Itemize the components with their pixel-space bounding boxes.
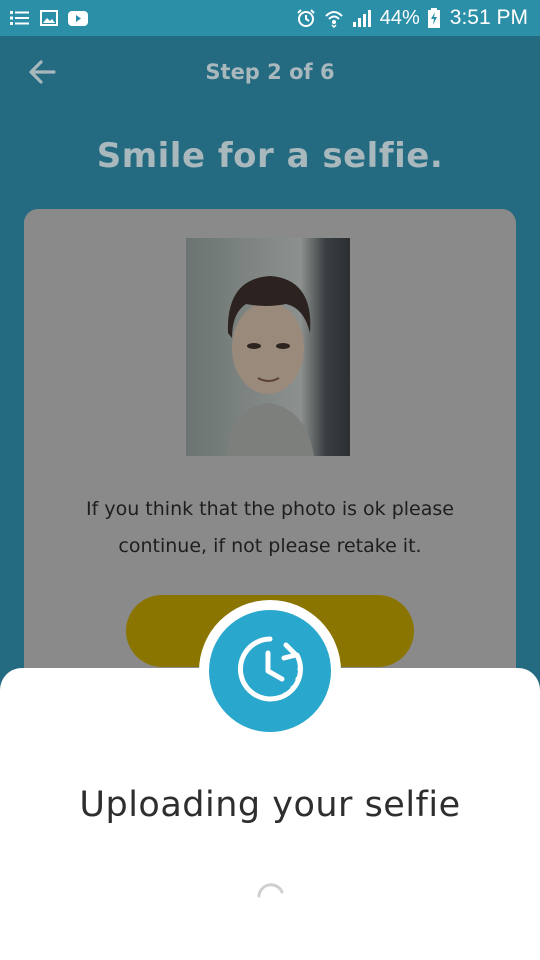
list-icon xyxy=(10,10,30,26)
status-left-icons xyxy=(10,10,88,26)
image-icon xyxy=(40,10,58,26)
loading-spinner xyxy=(254,878,286,910)
wifi-icon xyxy=(324,8,344,28)
battery-percent: 44% xyxy=(379,6,420,29)
upload-badge xyxy=(209,610,331,732)
clock-refresh-icon xyxy=(234,633,306,709)
battery-charging-icon xyxy=(427,8,440,28)
selfie-photo xyxy=(186,238,350,456)
review-message-line2: continue, if not please retake it. xyxy=(118,535,422,557)
clock-time: 3:51 PM xyxy=(449,6,528,29)
youtube-icon xyxy=(68,10,88,26)
spinner-icon xyxy=(254,883,286,914)
top-bar: Step 2 of 6 xyxy=(0,36,540,112)
alarm-icon xyxy=(296,8,316,28)
page-title: Smile for a selfie. xyxy=(96,136,444,176)
step-indicator: Step 2 of 6 xyxy=(205,60,335,84)
upload-status-title: Uploading your selfie xyxy=(79,785,461,825)
status-right-icons: 44% 3:51 PM xyxy=(296,6,528,30)
review-message: If you think that the photo is ok please… xyxy=(54,491,486,565)
review-message-line1: If you think that the photo is ok please xyxy=(86,498,454,520)
signal-icon xyxy=(352,9,372,27)
status-bar: 44% 3:51 PM xyxy=(0,0,540,36)
